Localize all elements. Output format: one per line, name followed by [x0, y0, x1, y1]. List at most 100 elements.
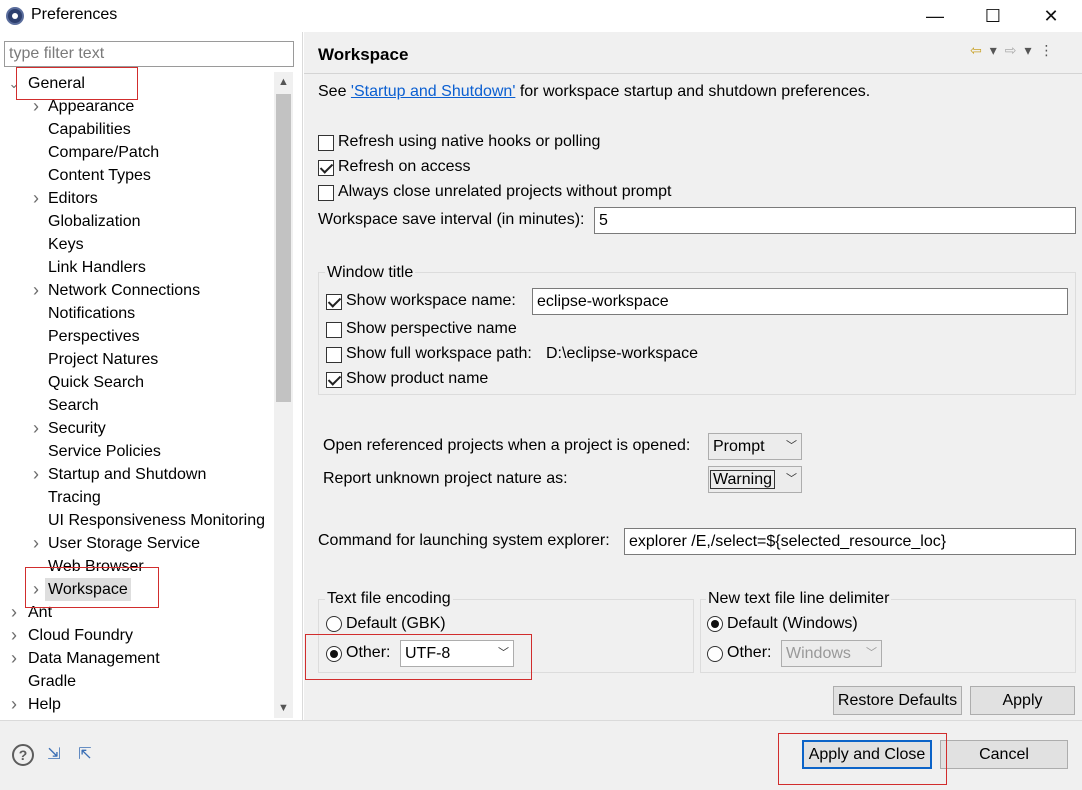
forward-icon[interactable]: ⇨: [1005, 42, 1017, 59]
restore-defaults-button[interactable]: Restore Defaults: [833, 686, 962, 715]
tree-item[interactable]: Notifications: [0, 302, 272, 325]
back-dropdown-icon[interactable]: ▾: [990, 42, 997, 59]
line-delimiter-group-label: New text file line delimiter: [706, 590, 892, 608]
tree-item-label: UI Responsiveness Monitoring: [48, 512, 265, 529]
tree-item[interactable]: › Editors: [0, 187, 272, 210]
view-menu-icon[interactable]: ⋮: [1040, 42, 1054, 59]
chevron-down-icon: ﹀: [786, 440, 797, 452]
show-perspective-name-checkbox[interactable]: [326, 322, 342, 338]
apply-button[interactable]: Apply: [970, 686, 1075, 715]
tree-item[interactable]: Quick Search: [0, 371, 272, 394]
explorer-command-input[interactable]: explorer /E,/select=${selected_resource_…: [624, 528, 1076, 555]
tree-item[interactable]: Tracing: [0, 486, 272, 509]
help-icon[interactable]: ?: [12, 744, 34, 766]
chevron-right-icon[interactable]: ›: [30, 187, 42, 210]
back-icon[interactable]: ⇦: [970, 42, 982, 59]
save-interval-input[interactable]: 5: [594, 207, 1076, 234]
tree-item[interactable]: › User Storage Service: [0, 532, 272, 555]
tree-item-label: Help: [28, 696, 61, 713]
report-unknown-value: Warning: [710, 470, 775, 489]
see-prefix: See: [318, 83, 351, 100]
open-referenced-value: Prompt: [713, 438, 765, 455]
show-workspace-name-checkbox[interactable]: [326, 294, 342, 310]
startup-shutdown-link[interactable]: 'Startup and Shutdown': [351, 83, 515, 100]
tree-item[interactable]: Service Policies: [0, 440, 272, 463]
tree-item[interactable]: Gradle: [0, 670, 272, 693]
tree-item-label: Capabilities: [48, 121, 131, 138]
delimiter-default-radio[interactable]: [707, 616, 723, 632]
tree-item[interactable]: Keys: [0, 233, 272, 256]
scroll-up-icon[interactable]: ▲: [274, 72, 293, 92]
maximize-button[interactable]: ☐: [964, 0, 1022, 32]
text-encoding-group-label: Text file encoding: [325, 590, 453, 608]
open-referenced-select[interactable]: Prompt ﹀: [708, 433, 802, 460]
annotation-encoding-other: [305, 634, 532, 680]
workspace-name-input[interactable]: eclipse-workspace: [532, 288, 1068, 315]
tree-item[interactable]: › Security: [0, 417, 272, 440]
see-suffix: for workspace startup and shutdown prefe…: [515, 83, 871, 100]
chevron-right-icon[interactable]: ›: [30, 279, 42, 302]
show-full-path-checkbox[interactable]: [326, 347, 342, 363]
tree-scroll-thumb[interactable]: [276, 94, 291, 402]
tree-item[interactable]: Globalization: [0, 210, 272, 233]
tree-item[interactable]: › Startup and Shutdown: [0, 463, 272, 486]
always-close-checkbox[interactable]: [318, 185, 334, 201]
tree-item-label: Link Handlers: [48, 259, 146, 276]
chevron-right-icon[interactable]: ›: [30, 532, 42, 555]
window-title: Preferences: [31, 6, 118, 23]
chevron-right-icon[interactable]: ›: [8, 647, 20, 670]
always-close-label: Always close unrelated projects without …: [338, 183, 672, 200]
forward-dropdown-icon[interactable]: ▾: [1025, 42, 1032, 59]
tree-item[interactable]: › Data Management: [0, 647, 272, 670]
chevron-right-icon[interactable]: ›: [30, 463, 42, 486]
tree-item[interactable]: Search: [0, 394, 272, 417]
encoding-default-radio[interactable]: [326, 616, 342, 632]
scroll-down-icon[interactable]: ▼: [274, 698, 293, 718]
tree-item-label: Editors: [48, 190, 98, 207]
tree-item-label: Gradle: [28, 673, 77, 690]
delimiter-default-label: Default (Windows): [727, 615, 858, 632]
cancel-button[interactable]: Cancel: [940, 740, 1068, 769]
show-product-name-checkbox[interactable]: [326, 372, 342, 388]
tree-item-label: Cloud Foundry: [28, 627, 133, 644]
tree-item[interactable]: UI Responsiveness Monitoring: [0, 509, 272, 532]
tree-item[interactable]: Project Natures: [0, 348, 272, 371]
report-unknown-select[interactable]: Warning ﹀: [708, 466, 802, 493]
tree-item[interactable]: › Help: [0, 693, 272, 716]
tree-item[interactable]: › Network Connections: [0, 279, 272, 302]
delimiter-other-select[interactable]: Windows ﹀: [781, 640, 882, 667]
tree-item-label: Search: [48, 397, 99, 414]
tree-item[interactable]: Capabilities: [0, 118, 272, 141]
tree-item[interactable]: Perspectives: [0, 325, 272, 348]
page-title: Workspace: [318, 45, 409, 64]
refresh-native-label: Refresh using native hooks or polling: [338, 133, 601, 150]
tree-item-label: Content Types: [48, 167, 151, 184]
tree-item[interactable]: Link Handlers: [0, 256, 272, 279]
filter-input[interactable]: [4, 41, 294, 67]
tree-item[interactable]: Compare/Patch: [0, 141, 272, 164]
export-icon[interactable]: ⇱: [73, 744, 97, 766]
delimiter-other-value: Windows: [786, 645, 851, 662]
minimize-button[interactable]: —: [906, 0, 964, 32]
chevron-right-icon[interactable]: ›: [8, 601, 20, 624]
tree-item[interactable]: › Cloud Foundry: [0, 624, 272, 647]
open-referenced-label: Open referenced projects when a project …: [323, 437, 691, 454]
delimiter-other-radio[interactable]: [707, 646, 723, 662]
chevron-right-icon[interactable]: ›: [8, 693, 20, 716]
tree-item[interactable]: Content Types: [0, 164, 272, 187]
header-divider: [304, 73, 1082, 74]
close-button[interactable]: ✕: [1022, 0, 1080, 32]
tree-item-label: Project Natures: [48, 351, 159, 368]
refresh-on-access-checkbox[interactable]: [318, 160, 334, 176]
chevron-right-icon[interactable]: ›: [8, 624, 20, 647]
annotation-apply-and-close: [778, 733, 947, 785]
import-icon[interactable]: ⇲: [42, 744, 66, 766]
delimiter-other-label: Other:: [727, 644, 772, 661]
refresh-native-checkbox[interactable]: [318, 135, 334, 151]
tree-item-label: Notifications: [48, 305, 136, 322]
show-perspective-name-label: Show perspective name: [346, 320, 517, 337]
eclipse-app-icon: [6, 7, 24, 25]
chevron-right-icon[interactable]: ›: [30, 417, 42, 440]
tree-item-label: Quick Search: [48, 374, 145, 391]
tree-item-label: Perspectives: [48, 328, 140, 345]
